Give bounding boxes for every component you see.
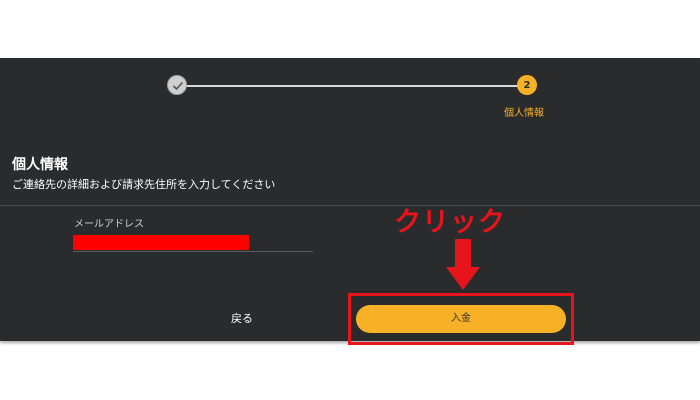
section-subtitle: ご連絡先の詳細および請求先住所を入力してください <box>12 178 276 191</box>
email-field-redacted-value[interactable] <box>73 235 249 250</box>
back-button[interactable]: 戻る <box>222 310 262 328</box>
email-field-label: メールアドレス <box>74 219 144 230</box>
step-1-complete <box>167 75 187 95</box>
click-annotation-text: クリック <box>394 207 506 238</box>
step-2-current: 2 <box>517 75 537 95</box>
check-icon <box>172 81 184 91</box>
deposit-button[interactable]: 入金 <box>356 305 566 333</box>
arrow-down-icon <box>446 239 480 290</box>
email-field-underline <box>73 251 313 252</box>
step-2-label: 個人情報 <box>504 108 544 119</box>
stepper-track <box>185 85 518 87</box>
section-divider <box>0 205 700 206</box>
section-title: 個人情報 <box>12 157 68 173</box>
